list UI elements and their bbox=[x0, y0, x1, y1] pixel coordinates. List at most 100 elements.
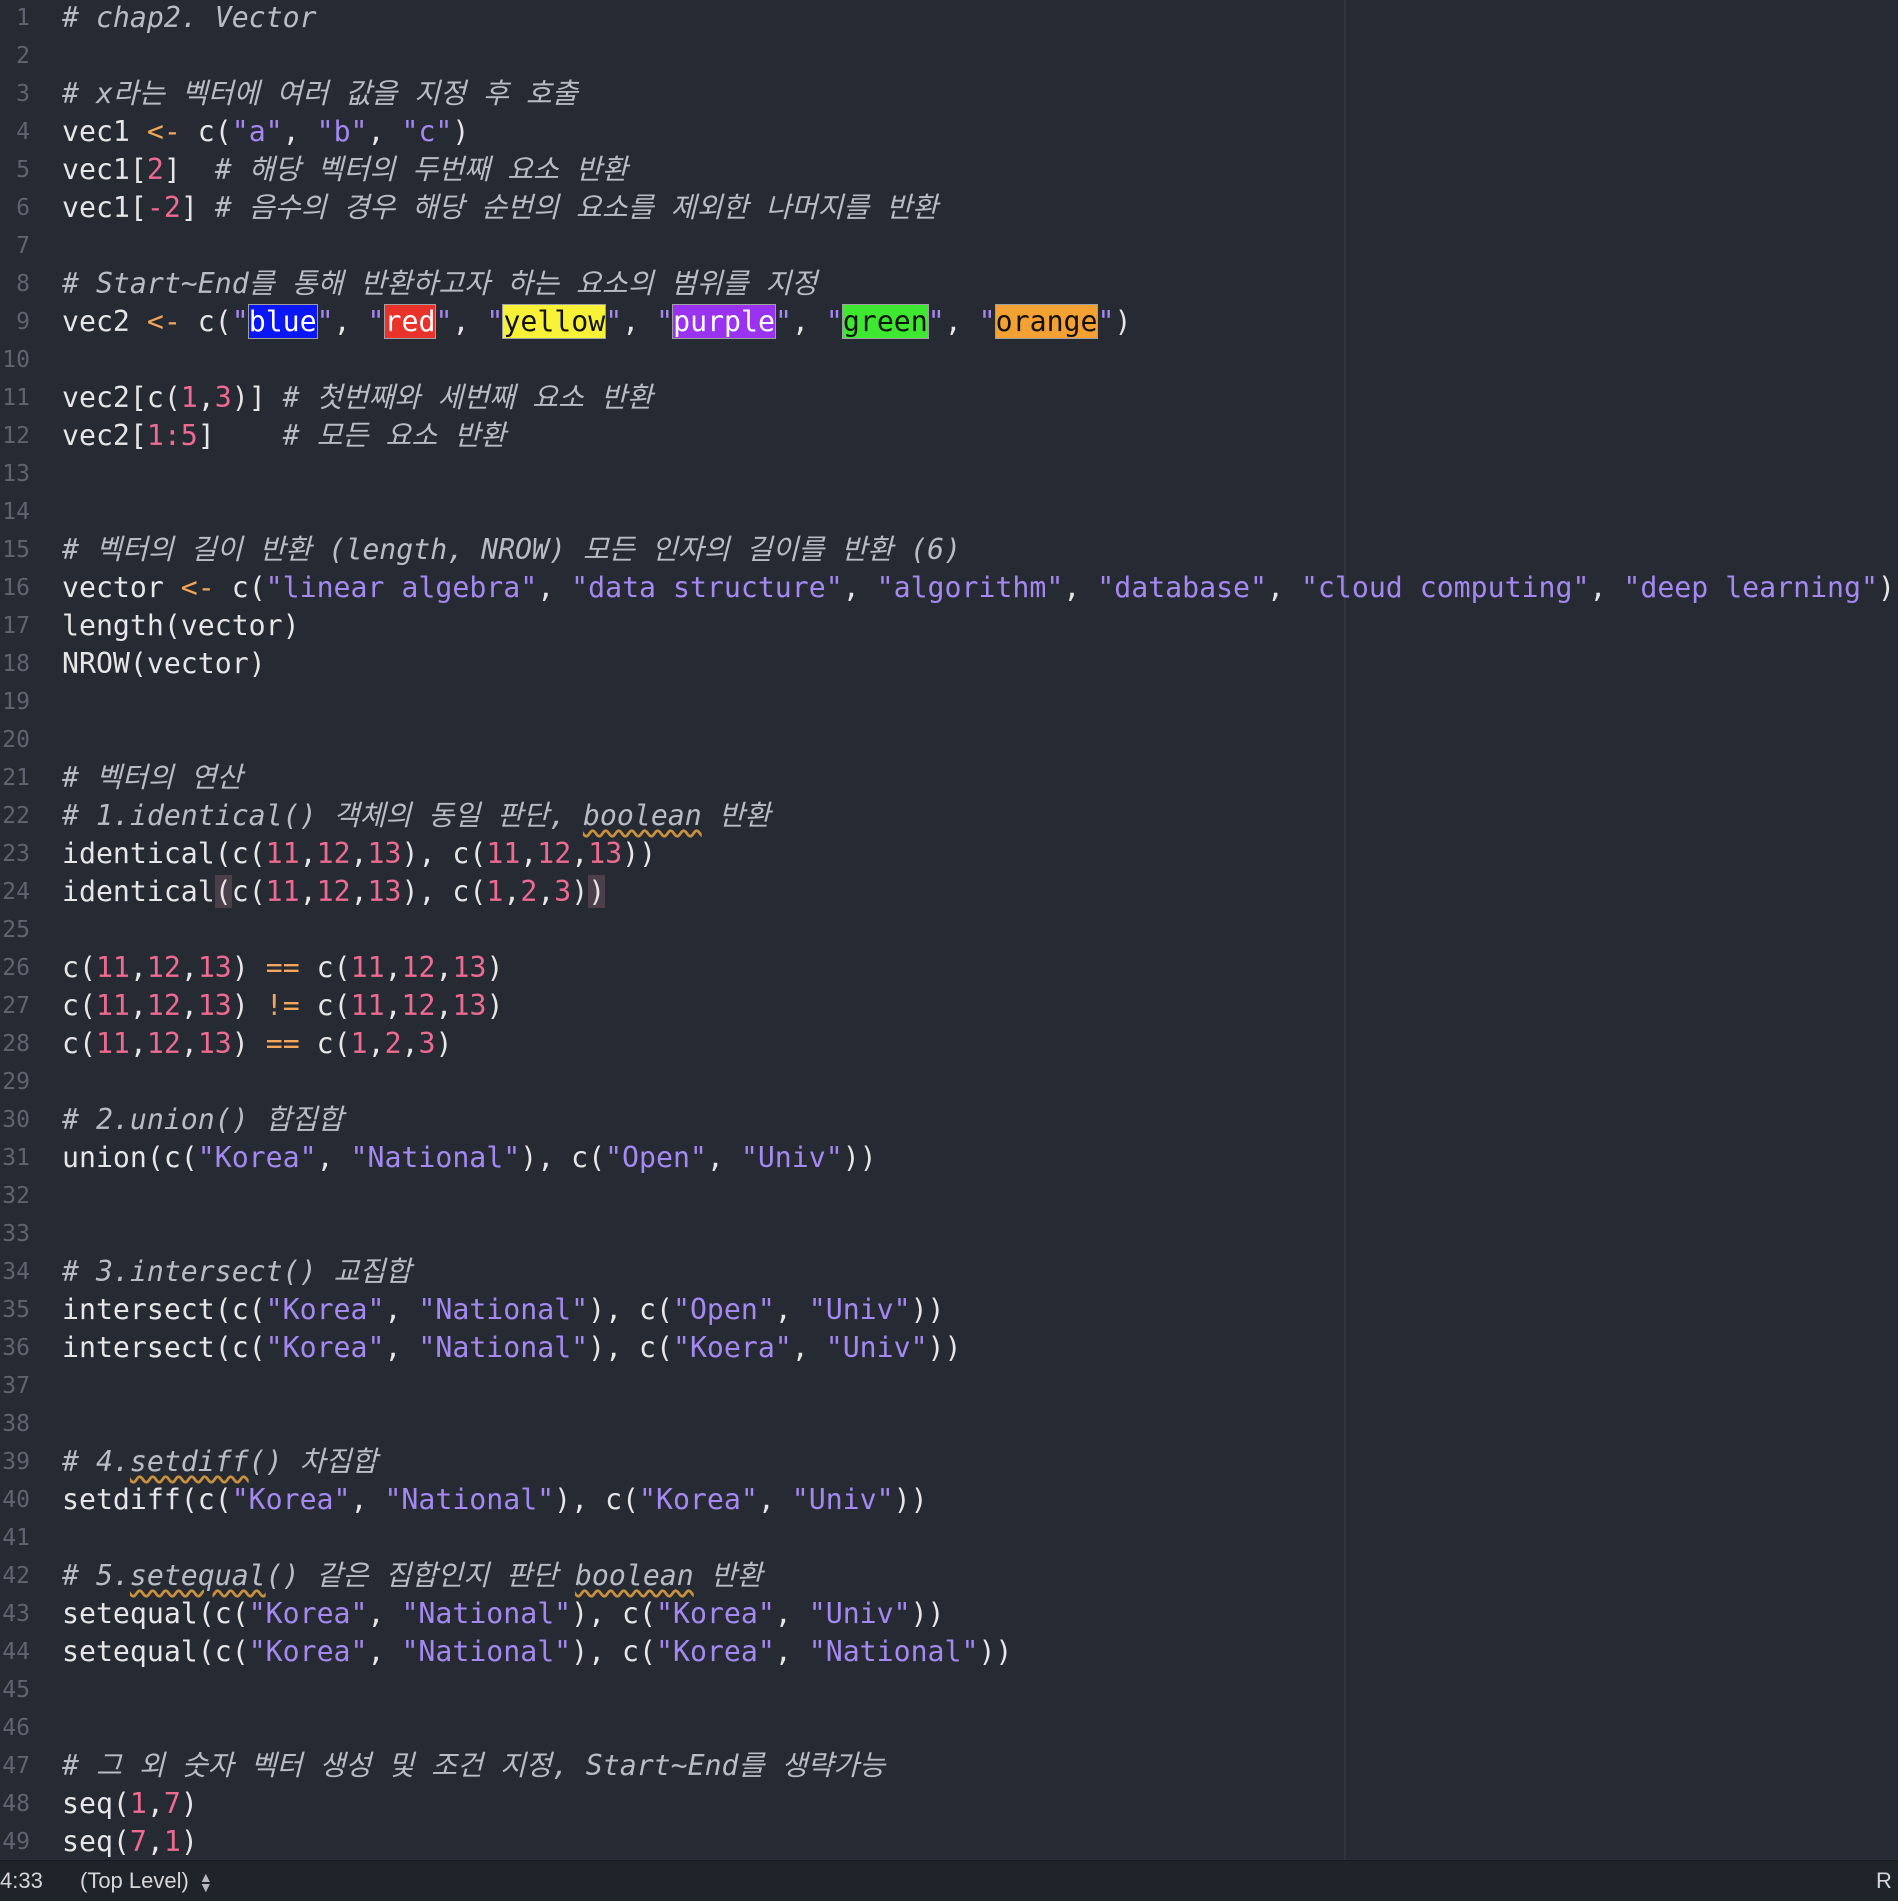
code-line[interactable]: # x라는 벡터에 여러 값을 지정 후 호출 bbox=[62, 75, 578, 113]
code-token: )) bbox=[927, 1331, 962, 1364]
code-number: 13 bbox=[367, 875, 402, 908]
code-token: , bbox=[384, 1331, 419, 1364]
code-token: , bbox=[384, 989, 402, 1022]
code-line[interactable]: vec2[1:5] # 모든 요소 반환 bbox=[62, 417, 506, 455]
code-line[interactable]: identical(c(11,12,13), c(11,12,13)) bbox=[62, 835, 656, 873]
code-number: 2 bbox=[146, 153, 164, 186]
code-token: , bbox=[944, 305, 979, 338]
code-number: 2 bbox=[520, 875, 538, 908]
scope-selector[interactable]: (Top Level) ▲ ▼ bbox=[80, 1861, 213, 1901]
code-string: "Korea" bbox=[248, 1597, 368, 1630]
code-token: , bbox=[384, 951, 402, 984]
code-comment: # 1.identical() 객체의 동일 판단, bbox=[62, 799, 583, 832]
code-token: ] bbox=[197, 419, 283, 452]
code-line[interactable]: setdiff(c("Korea", "National"), c("Korea… bbox=[62, 1481, 928, 1519]
code-token: , bbox=[129, 951, 147, 984]
code-area[interactable]: # chap2. Vector # x라는 벡터에 여러 값을 지정 후 호출 ve… bbox=[62, 0, 1898, 1860]
code-line[interactable]: c(11,12,13) == c(11,12,13) bbox=[62, 949, 503, 987]
code-line[interactable]: vec1 <- c("a", "b", "c") bbox=[62, 113, 469, 151]
line-number: 35 bbox=[2, 1297, 30, 1323]
color-highlight: orange bbox=[994, 304, 1099, 339]
code-string: "b" bbox=[316, 115, 368, 148]
code-token: c( bbox=[299, 989, 351, 1022]
code-number: 12 bbox=[537, 837, 572, 870]
code-line[interactable]: # 5.setequal() 같은 집합인지 판단 boolean 반환 bbox=[62, 1557, 763, 1595]
code-editor[interactable]: 1 2 3 4 5 6 7 8 9 10 11 12 13 14 15 16 17 18 19 20 21 22 23 24 2… bbox=[0, 0, 1898, 1860]
color-highlight: green bbox=[841, 304, 929, 339]
code-string: " bbox=[656, 305, 674, 338]
code-line[interactable]: vec2 <- c("blue", "red", "yellow", "purp… bbox=[62, 303, 1131, 341]
code-number: 12 bbox=[146, 989, 181, 1022]
code-line[interactable]: # Start~End를 통해 반환하고자 하는 요소의 범위를 지정 bbox=[62, 265, 817, 303]
code-string: "linear algebra" bbox=[265, 571, 538, 604]
line-number: 45 bbox=[2, 1677, 30, 1703]
code-string: "Korea" bbox=[639, 1483, 758, 1516]
language-selector[interactable]: R Script bbox=[1876, 1861, 1898, 1901]
code-line[interactable]: # 4.setdiff() 차집합 bbox=[62, 1443, 377, 1481]
code-line[interactable]: length(vector) bbox=[62, 607, 300, 645]
line-number: 11 bbox=[2, 385, 30, 411]
code-number: 11 bbox=[95, 951, 130, 984]
code-string: " bbox=[605, 305, 623, 338]
code-string: "data structure" bbox=[571, 571, 843, 604]
code-line[interactable]: vec1[2] # 해당 벡터의 두번째 요소 반환 bbox=[62, 151, 628, 189]
code-number: 12 bbox=[316, 875, 351, 908]
line-number: 33 bbox=[2, 1221, 30, 1247]
code-comment: # 5. bbox=[62, 1559, 130, 1592]
line-number: 5 bbox=[16, 157, 30, 183]
code-line[interactable]: seq(7,1) bbox=[62, 1823, 198, 1860]
line-number: 2 bbox=[16, 43, 30, 69]
code-comment: 반환 bbox=[693, 1559, 763, 1592]
line-number: 34 bbox=[2, 1259, 30, 1285]
code-operator: == bbox=[265, 1027, 300, 1060]
code-token: seq( bbox=[62, 1825, 130, 1858]
code-line[interactable]: intersect(c("Korea", "National"), c("Koe… bbox=[62, 1329, 962, 1367]
code-line[interactable]: vec1[-2] # 음수의 경우 해당 순번의 요소를 제외한 나머지를 반환 bbox=[62, 189, 938, 227]
code-comment: setdiff bbox=[129, 1445, 249, 1478]
code-number: 13 bbox=[197, 951, 232, 984]
code-line[interactable]: # 벡터의 길이 반환 (length, NROW) 모든 인자의 길이를 반환… bbox=[62, 531, 961, 569]
code-number: 1 bbox=[486, 875, 504, 908]
code-line[interactable]: NROW(vector) bbox=[62, 645, 266, 683]
code-line[interactable]: identical(c(11,12,13), c(1,2,3)) bbox=[62, 873, 606, 911]
code-string: "Open" bbox=[605, 1141, 707, 1174]
code-line[interactable]: # 그 외 숫자 벡터 생성 및 조건 지정, Start~End를 생략가능 bbox=[62, 1747, 885, 1785]
line-number: 38 bbox=[2, 1411, 30, 1437]
code-line[interactable]: # 3.intersect() 교집합 bbox=[62, 1253, 411, 1291]
code-line[interactable]: vector <- c("linear algebra", "data stru… bbox=[62, 569, 1895, 607]
code-line[interactable]: vec2[c(1,3)] # 첫번째와 세번째 요소 반환 bbox=[62, 379, 653, 417]
code-line[interactable]: setequal(c("Korea", "National"), c("Kore… bbox=[62, 1633, 1012, 1671]
scope-label: (Top Level) bbox=[80, 1868, 189, 1893]
code-number: 12 bbox=[401, 989, 436, 1022]
line-number: 42 bbox=[2, 1563, 30, 1589]
code-token: , bbox=[367, 1027, 385, 1060]
code-line[interactable]: # 2.union() 합집합 bbox=[62, 1101, 343, 1139]
code-string: " bbox=[435, 305, 453, 338]
line-number: 19 bbox=[2, 689, 30, 715]
code-token: ) bbox=[180, 1787, 198, 1820]
code-line[interactable]: seq(1,7) bbox=[62, 1785, 198, 1823]
code-string: "National" bbox=[808, 1635, 979, 1668]
code-number: 13 bbox=[367, 837, 402, 870]
code-line[interactable]: c(11,12,13) != c(11,12,13) bbox=[62, 987, 503, 1025]
code-line[interactable]: # chap2. Vector bbox=[62, 0, 317, 37]
line-number: 31 bbox=[2, 1145, 30, 1171]
code-token: , bbox=[350, 875, 368, 908]
code-line[interactable]: # 1.identical() 객체의 동일 판단, boolean 반환 bbox=[62, 797, 771, 835]
code-token: , bbox=[180, 989, 198, 1022]
code-token: ) bbox=[231, 1027, 266, 1060]
code-line[interactable]: c(11,12,13) == c(1,2,3) bbox=[62, 1025, 453, 1063]
line-number: 32 bbox=[2, 1183, 30, 1209]
code-token: intersect(c( bbox=[62, 1293, 266, 1326]
line-number: 28 bbox=[2, 1031, 30, 1057]
code-token: )] bbox=[231, 381, 283, 414]
line-number: 26 bbox=[2, 955, 30, 981]
code-string: "Korea" bbox=[248, 1635, 368, 1668]
code-line[interactable]: # 벡터의 연산 bbox=[62, 759, 243, 797]
code-comment: boolean bbox=[574, 1559, 694, 1592]
code-line[interactable]: setequal(c("Korea", "National"), c("Kore… bbox=[62, 1595, 945, 1633]
line-number: 49 bbox=[2, 1829, 30, 1855]
code-line[interactable]: union(c("Korea", "National"), c("Open", … bbox=[62, 1139, 877, 1177]
code-line[interactable]: intersect(c("Korea", "National"), c("Ope… bbox=[62, 1291, 945, 1329]
line-number: 25 bbox=[2, 917, 30, 943]
